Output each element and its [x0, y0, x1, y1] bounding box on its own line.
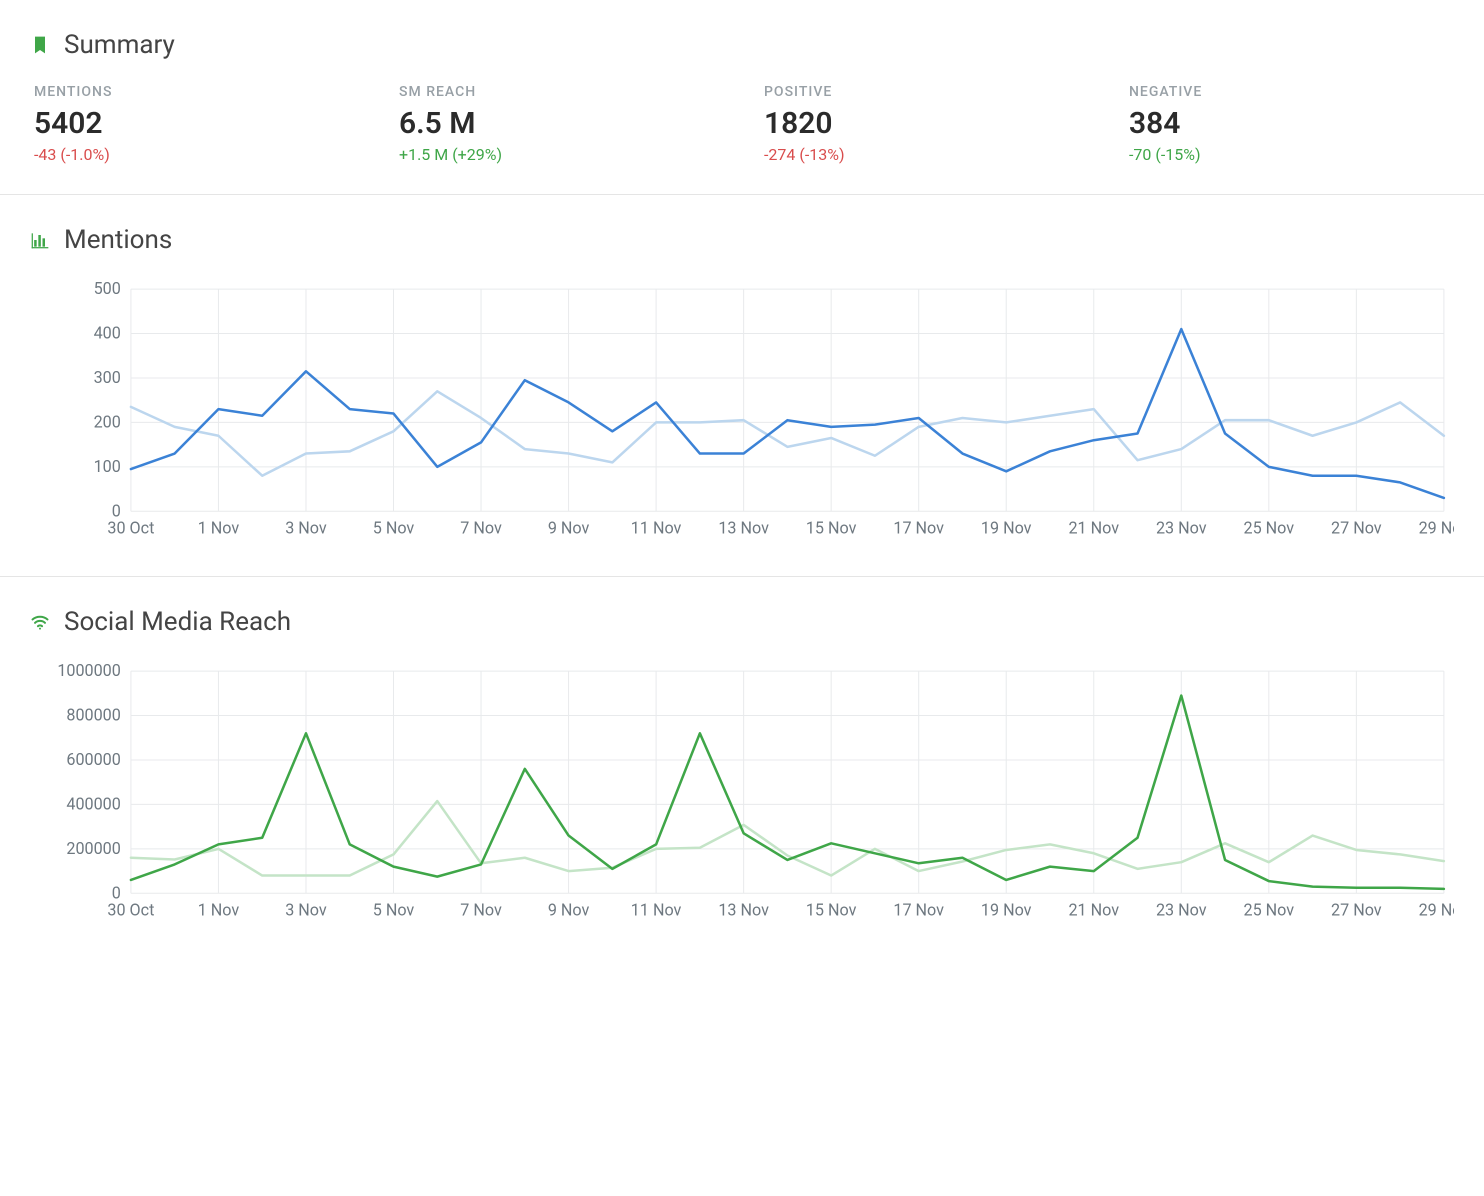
- reach-section: Social Media Reach 0 200000 400000 600000 80…: [0, 577, 1484, 958]
- svg-text:17 Nov: 17 Nov: [893, 519, 944, 538]
- metric-sm-reach: SM REACH 6.5 M +1.5 M (+29%): [399, 84, 724, 164]
- svg-text:3 Nov: 3 Nov: [285, 900, 327, 919]
- reach-chart: 0 200000 400000 600000 800000 1000000 30 Oct 1 …: [30, 661, 1454, 928]
- svg-text:19 Nov: 19 Nov: [981, 519, 1032, 538]
- reach-header: Social Media Reach: [30, 607, 1454, 637]
- svg-text:15 Nov: 15 Nov: [806, 900, 857, 919]
- svg-text:0: 0: [112, 883, 121, 902]
- svg-text:11 Nov: 11 Nov: [631, 519, 682, 538]
- metric-delta: -274 (-13%): [764, 145, 1089, 164]
- svg-text:100: 100: [94, 457, 121, 476]
- summary-header: Summary: [30, 30, 1454, 60]
- svg-text:400000: 400000: [66, 794, 120, 813]
- svg-text:17 Nov: 17 Nov: [893, 900, 944, 919]
- metric-value: 1820: [764, 106, 1089, 141]
- svg-text:1 Nov: 1 Nov: [198, 519, 240, 538]
- svg-text:27 Nov: 27 Nov: [1331, 900, 1382, 919]
- svg-text:300: 300: [94, 368, 121, 387]
- bookmark-icon: [30, 35, 50, 55]
- metric-delta: +1.5 M (+29%): [399, 145, 724, 164]
- svg-text:600000: 600000: [66, 750, 120, 769]
- reach-title: Social Media Reach: [64, 607, 291, 637]
- svg-text:15 Nov: 15 Nov: [806, 519, 857, 538]
- reach-chart-svg: 0 200000 400000 600000 800000 1000000 30 Oct 1 …: [40, 661, 1454, 924]
- svg-text:27 Nov: 27 Nov: [1331, 519, 1382, 538]
- metric-label: MENTIONS: [34, 84, 359, 100]
- svg-text:19 Nov: 19 Nov: [981, 900, 1032, 919]
- metric-label: SM REACH: [399, 84, 724, 100]
- svg-text:400: 400: [94, 324, 121, 343]
- svg-text:1000000: 1000000: [57, 661, 121, 680]
- svg-text:9 Nov: 9 Nov: [548, 519, 590, 538]
- svg-text:13 Nov: 13 Nov: [718, 900, 769, 919]
- svg-text:23 Nov: 23 Nov: [1156, 519, 1207, 538]
- metric-mentions: MENTIONS 5402 -43 (-1.0%): [34, 84, 359, 164]
- svg-text:800000: 800000: [66, 705, 120, 724]
- svg-text:21 Nov: 21 Nov: [1068, 900, 1119, 919]
- svg-text:5 Nov: 5 Nov: [373, 900, 415, 919]
- svg-text:29 Nov: 29 Nov: [1419, 900, 1454, 919]
- summary-section: Summary MENTIONS 5402 -43 (-1.0%) SM REA…: [0, 0, 1484, 195]
- metric-value: 384: [1129, 106, 1454, 141]
- wifi-icon: [30, 612, 50, 632]
- mentions-title: Mentions: [64, 225, 172, 255]
- svg-text:9 Nov: 9 Nov: [548, 900, 590, 919]
- svg-text:500: 500: [94, 279, 121, 298]
- summary-metrics: MENTIONS 5402 -43 (-1.0%) SM REACH 6.5 M…: [30, 84, 1454, 164]
- mentions-chart-svg: 0 100 200 300 400 500 30 Oct 1 Nov 3 Nov 5 Nov 7 N…: [40, 279, 1454, 542]
- bar-chart-icon: [30, 230, 50, 250]
- svg-text:30 Oct: 30 Oct: [107, 519, 154, 538]
- svg-text:11 Nov: 11 Nov: [631, 900, 682, 919]
- svg-text:25 Nov: 25 Nov: [1244, 519, 1295, 538]
- mentions-header: Mentions: [30, 225, 1454, 255]
- svg-text:1 Nov: 1 Nov: [198, 900, 240, 919]
- svg-text:7 Nov: 7 Nov: [460, 519, 502, 538]
- svg-text:23 Nov: 23 Nov: [1156, 900, 1207, 919]
- metric-label: NEGATIVE: [1129, 84, 1454, 100]
- svg-text:7 Nov: 7 Nov: [460, 900, 502, 919]
- metric-value: 5402: [34, 106, 359, 141]
- svg-text:3 Nov: 3 Nov: [285, 519, 327, 538]
- metric-label: POSITIVE: [764, 84, 1089, 100]
- metric-delta: -70 (-15%): [1129, 145, 1454, 164]
- svg-text:25 Nov: 25 Nov: [1244, 900, 1295, 919]
- svg-text:30 Oct: 30 Oct: [107, 900, 154, 919]
- svg-text:13 Nov: 13 Nov: [718, 519, 769, 538]
- svg-text:0: 0: [112, 501, 121, 520]
- metric-negative: NEGATIVE 384 -70 (-15%): [1129, 84, 1454, 164]
- svg-text:200: 200: [94, 412, 121, 431]
- metric-value: 6.5 M: [399, 106, 724, 141]
- metric-positive: POSITIVE 1820 -274 (-13%): [764, 84, 1089, 164]
- svg-text:21 Nov: 21 Nov: [1068, 519, 1119, 538]
- svg-text:200000: 200000: [66, 838, 120, 857]
- metric-delta: -43 (-1.0%): [34, 145, 359, 164]
- mentions-chart: 0 100 200 300 400 500 30 Oct 1 Nov 3 Nov 5 Nov 7 N…: [30, 279, 1454, 546]
- summary-title: Summary: [64, 30, 175, 60]
- svg-text:29 Nov: 29 Nov: [1419, 519, 1454, 538]
- mentions-section: Mentions 0 100 200 300 400 500 30 Oct 1 Nov 3 No…: [0, 195, 1484, 577]
- svg-text:5 Nov: 5 Nov: [373, 519, 415, 538]
